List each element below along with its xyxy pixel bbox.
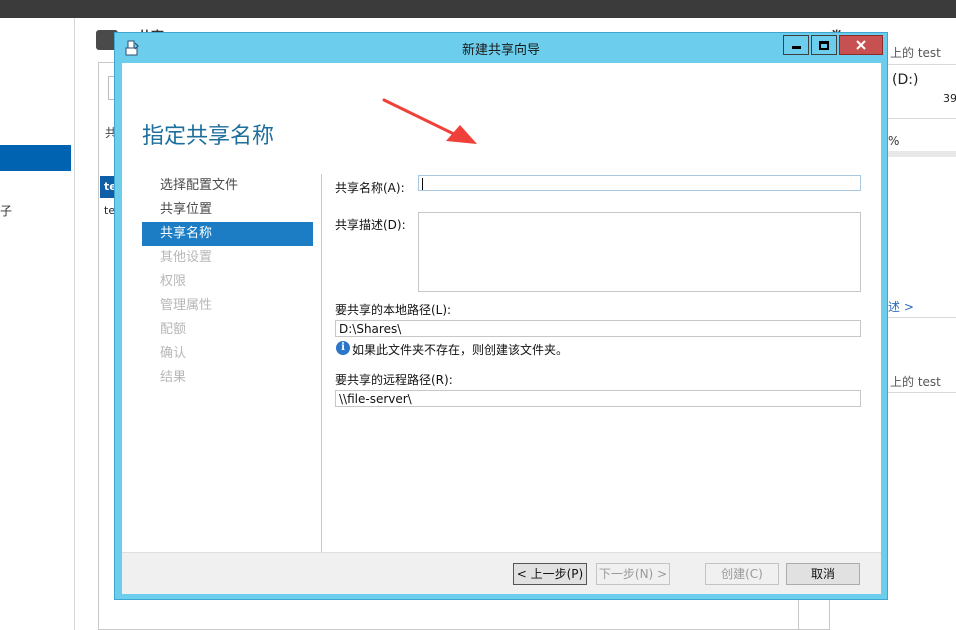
- nav-item-fragment[interactable]: 子: [0, 202, 12, 219]
- divider: [887, 64, 956, 65]
- divider: [887, 118, 956, 119]
- remote-path-field[interactable]: [335, 390, 861, 407]
- minimize-button[interactable]: [783, 35, 809, 55]
- divider: [887, 317, 956, 318]
- page-heading: 指定共享名称: [142, 124, 275, 149]
- capacity-value: 39: [943, 92, 956, 105]
- divider: [887, 392, 956, 393]
- share-name-input[interactable]: [418, 175, 861, 191]
- new-share-wizard-window: 新建共享向导 指定共享名称 选择配置文件 共享位置 共享名称 其他设置 权限 管…: [114, 32, 888, 600]
- drive-label: (D:): [892, 72, 919, 88]
- annotation-arrow-icon: [382, 98, 477, 144]
- step-permissions: 权限: [160, 274, 187, 289]
- window-title: 新建共享向导: [461, 43, 540, 58]
- share-description-input[interactable]: [418, 212, 861, 292]
- step-other-settings: 其他设置: [160, 250, 213, 265]
- description-link[interactable]: 述 >: [888, 298, 914, 315]
- nav-selected-item[interactable]: [0, 145, 71, 171]
- left-navigation: [0, 18, 75, 630]
- text-caret: [422, 178, 423, 190]
- step-select-profile[interactable]: 选择配置文件: [142, 174, 313, 198]
- step-management-properties: 管理属性: [160, 298, 213, 313]
- usage-bar: [887, 151, 956, 157]
- local-path-label: 要共享的本地路径(L):: [335, 303, 452, 317]
- steps-divider: [321, 174, 322, 559]
- info-icon: i: [336, 341, 350, 355]
- step-share-location[interactable]: 共享位置: [142, 198, 313, 222]
- wizard-client-area: 指定共享名称 选择配置文件 共享位置 共享名称 其他设置 权限 管理属性 配额 …: [122, 63, 881, 594]
- percent-label: %: [888, 134, 900, 148]
- previous-button[interactable]: < 上一步(P): [513, 563, 587, 585]
- share-description-label: 共享描述(D):: [335, 218, 406, 232]
- step-results: 结果: [160, 370, 187, 385]
- minimize-icon: [791, 46, 801, 49]
- info-message: 如果此文件夹不存在，则创建该文件夹。: [352, 343, 569, 357]
- panel-divider: [798, 598, 799, 630]
- wizard-steps: 选择配置文件 共享位置 共享名称 其他设置 权限 管理属性 配额 确认 结果: [142, 174, 313, 390]
- close-button[interactable]: [839, 35, 883, 55]
- close-icon: [856, 40, 866, 50]
- detail-line: 上的 test: [890, 46, 941, 60]
- local-path-field[interactable]: [335, 320, 861, 337]
- step-share-name[interactable]: 共享名称: [142, 222, 313, 246]
- share-name-label: 共享名称(A):: [335, 181, 405, 195]
- maximize-button[interactable]: [811, 35, 837, 55]
- create-button[interactable]: 创建(C): [705, 563, 779, 585]
- detail-line: 上的 test: [890, 375, 941, 389]
- top-bar: [0, 0, 956, 18]
- step-quota: 配额: [160, 322, 187, 337]
- cancel-button[interactable]: 取消: [786, 563, 860, 585]
- maximize-icon: [819, 40, 829, 50]
- remote-path-label: 要共享的远程路径(R):: [335, 373, 453, 387]
- step-confirmation: 确认: [160, 346, 187, 361]
- title-bar[interactable]: 新建共享向导: [115, 33, 887, 62]
- right-details-panel: 上的 test (D:) 39 % 述 > 上的 test: [887, 36, 956, 630]
- wizard-footer: < 上一步(P) 下一步(N) > 创建(C) 取消: [122, 552, 881, 594]
- next-button[interactable]: 下一步(N) >: [596, 563, 670, 585]
